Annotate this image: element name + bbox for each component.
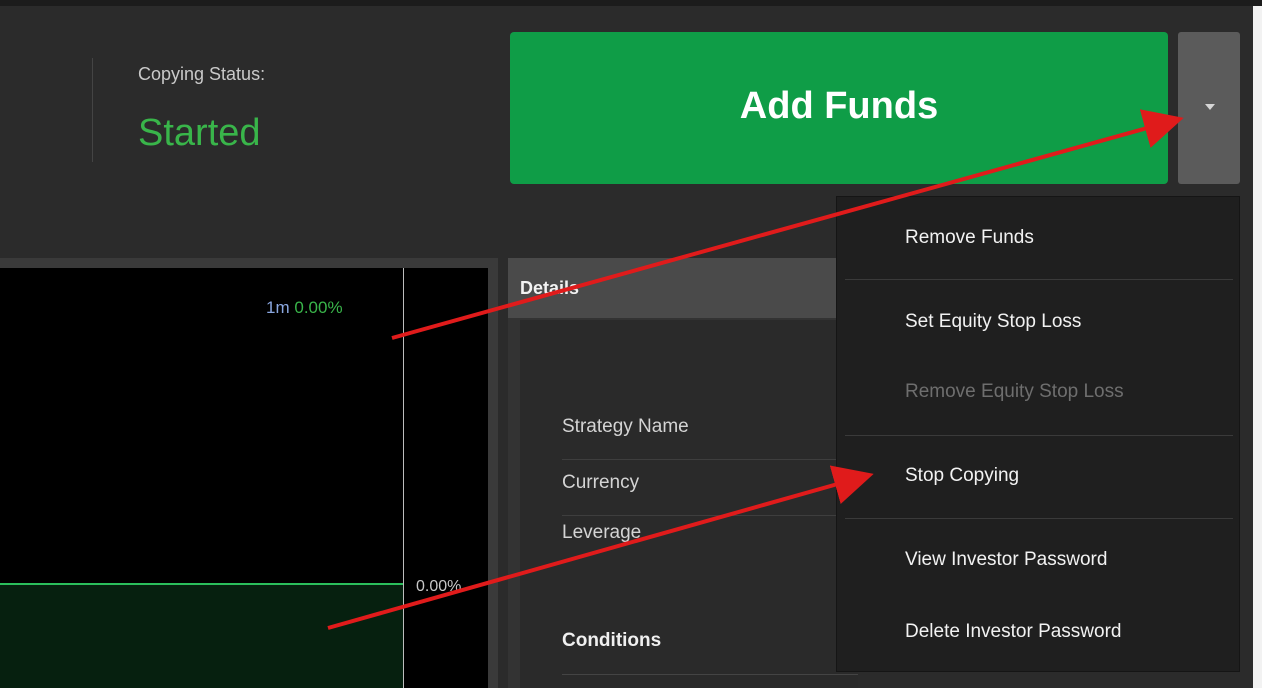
details-header: Details <box>508 258 858 318</box>
copying-status-label: Copying Status: <box>138 64 266 84</box>
menu-item-delete-investor-password[interactable]: Delete Investor Password <box>905 621 1122 643</box>
detail-row-strategy-name: Strategy Name <box>562 404 858 460</box>
chart-period-readout: 1m 0.00% <box>266 298 343 318</box>
equity-chart: 1m 0.00% 0.00% <box>0 268 488 688</box>
add-funds-button[interactable]: Add Funds <box>510 32 1168 184</box>
caret-down-icon <box>1205 104 1215 110</box>
conditions-heading: Conditions <box>562 630 662 651</box>
chart-cursor-line <box>403 268 404 688</box>
equity-chart-panel: 1m 0.00% 0.00% <box>0 258 498 688</box>
chart-axis-value: 0.00% <box>416 578 462 595</box>
menu-divider <box>845 518 1233 519</box>
chart-area-fill <box>0 585 404 688</box>
chart-series-line <box>0 583 404 585</box>
chart-period-label: 1m <box>266 298 290 317</box>
menu-item-set-equity-stop-loss[interactable]: Set Equity Stop Loss <box>905 311 1081 333</box>
copying-status-value: Started <box>138 112 261 154</box>
menu-divider <box>845 435 1233 436</box>
details-panel: Details Strategy Name Currency Leverage … <box>508 258 858 688</box>
conditions-divider <box>562 674 858 675</box>
detail-row-leverage: Leverage <box>562 522 642 543</box>
menu-item-remove-equity-stop-loss: Remove Equity Stop Loss <box>905 381 1124 402</box>
details-body: Strategy Name Currency Leverage Conditio… <box>520 320 858 688</box>
menu-item-remove-funds[interactable]: Remove Funds <box>905 227 1034 249</box>
menu-item-stop-copying[interactable]: Stop Copying <box>905 465 1019 487</box>
actions-dropdown-menu: Remove Funds Set Equity Stop Loss Remove… <box>836 196 1240 672</box>
chart-period-value: 0.00% <box>294 298 343 317</box>
menu-divider <box>845 279 1233 280</box>
header-divider <box>92 58 93 162</box>
detail-row-currency: Currency <box>562 460 858 516</box>
menu-item-view-investor-password[interactable]: View Investor Password <box>905 549 1107 571</box>
